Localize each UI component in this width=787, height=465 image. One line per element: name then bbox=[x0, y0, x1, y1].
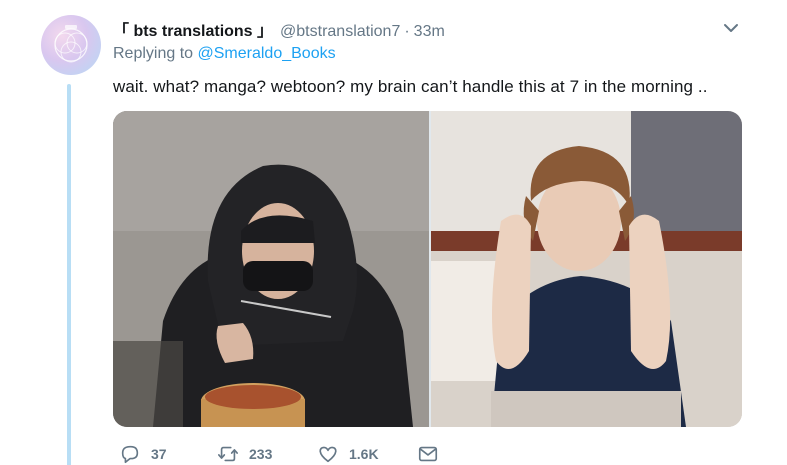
reply-count: 37 bbox=[151, 446, 167, 462]
tweet-text: wait. what? manga? webtoon? my brain can… bbox=[113, 77, 708, 96]
retweet-button[interactable]: 233 bbox=[217, 443, 272, 465]
thread-connector-line bbox=[67, 84, 71, 465]
reply-button[interactable]: 37 bbox=[119, 443, 167, 465]
avatar[interactable] bbox=[41, 15, 101, 75]
like-button[interactable]: 1.6K bbox=[317, 443, 379, 465]
replying-to-label: Replying to bbox=[113, 45, 198, 62]
user-handle[interactable]: @btstranslation7 bbox=[280, 23, 400, 41]
replying-to-line: Replying to @Smeraldo_Books bbox=[113, 45, 336, 63]
like-count: 1.6K bbox=[349, 446, 379, 462]
envelope-icon bbox=[418, 446, 438, 462]
heart-icon bbox=[319, 446, 337, 463]
retweet-count: 233 bbox=[249, 446, 273, 462]
separator-dot: · bbox=[404, 23, 410, 40]
avatar-logo-icon bbox=[54, 25, 88, 63]
reply-icon bbox=[121, 445, 139, 464]
display-name[interactable]: 「 bts translations 」 bbox=[113, 17, 273, 41]
timestamp[interactable]: 33m bbox=[414, 23, 445, 41]
photo-person-hooded-eating-icon bbox=[113, 111, 429, 427]
direct-message-button[interactable] bbox=[417, 443, 439, 465]
tweet-header: 「 bts translations 」 @btstranslation7 · … bbox=[113, 17, 445, 40]
media-grid bbox=[113, 111, 742, 427]
retweet-icon bbox=[218, 446, 238, 462]
chevron-down-icon[interactable] bbox=[723, 22, 739, 34]
media-photo-2[interactable] bbox=[431, 111, 742, 427]
photo-person-hands-on-head-icon bbox=[431, 111, 742, 427]
replying-to-link[interactable]: @Smeraldo_Books bbox=[198, 45, 336, 62]
media-photo-1[interactable] bbox=[113, 111, 429, 427]
